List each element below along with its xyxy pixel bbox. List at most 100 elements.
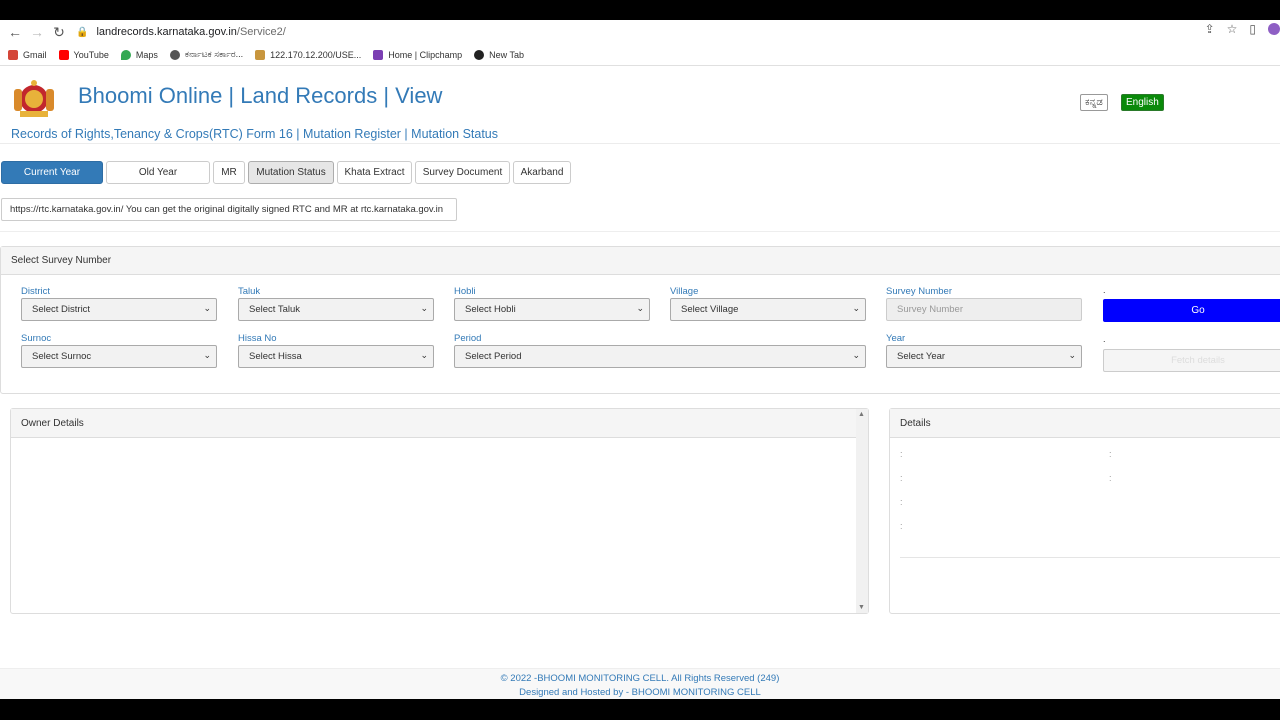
year-label: Year bbox=[886, 333, 906, 344]
survey-panel: Select Survey Number District Select Dis… bbox=[0, 246, 1280, 394]
hissa-value: Select Hissa bbox=[249, 351, 302, 362]
hobli-label: Hobli bbox=[454, 286, 476, 297]
owner-scrollbar[interactable]: ▲ ▼ bbox=[856, 409, 868, 613]
footer-hosted: Designed and Hosted by - BHOOMI MONITORI… bbox=[519, 687, 761, 698]
period-label: Period bbox=[454, 333, 482, 344]
browser-actions: ⇪ ☆ ▯ bbox=[1205, 22, 1280, 36]
bookmark-gmail[interactable]: Gmail bbox=[8, 49, 47, 60]
detail-colon: : bbox=[900, 497, 903, 507]
bookmark-label: Maps bbox=[135, 49, 158, 60]
bookmark-label: Home | Clipchamp bbox=[388, 49, 463, 60]
newtab-icon bbox=[474, 49, 485, 60]
chevron-down-icon: ⌄ bbox=[420, 350, 428, 360]
survey-number-input[interactable]: Survey Number bbox=[886, 298, 1082, 321]
period-field: Period Select Period ⌄ bbox=[454, 333, 866, 368]
surnoc-field: Surnoc Select Surnoc ⌄ bbox=[21, 333, 217, 368]
sidepanel-icon[interactable]: ▯ bbox=[1249, 22, 1256, 36]
owner-details-heading: Owner Details bbox=[11, 409, 856, 438]
detail-colon: : bbox=[1109, 473, 1112, 483]
site-subtitle: Records of Rights,Tenancy & Crops(RTC) F… bbox=[11, 127, 499, 141]
taluk-field: Taluk Select Taluk ⌄ bbox=[238, 286, 434, 321]
district-field: District Select District ⌄ bbox=[21, 286, 217, 321]
go-button[interactable]: Go bbox=[1103, 299, 1280, 322]
tab-akarband[interactable]: Akarband bbox=[513, 161, 571, 184]
service-tabs: Current Year Old Year MR Mutation Status… bbox=[1, 161, 571, 184]
reload-icon[interactable]: ↻ bbox=[48, 21, 70, 43]
hissa-label: Hissa No bbox=[238, 333, 277, 344]
bookmark-newtab[interactable]: New Tab bbox=[474, 49, 524, 60]
bookmark-youtube[interactable]: YouTube bbox=[58, 49, 109, 60]
forward-icon[interactable]: → bbox=[26, 21, 48, 43]
taluk-select[interactable]: Select Taluk ⌄ bbox=[238, 298, 434, 321]
year-value: Select Year bbox=[897, 351, 946, 362]
district-value: Select District bbox=[32, 304, 91, 315]
survey-number-label: Survey Number bbox=[886, 286, 952, 297]
profile-avatar[interactable] bbox=[1268, 23, 1280, 35]
lock-icon: 🔒 bbox=[76, 26, 89, 38]
hobli-field: Hobli Select Hobli ⌄ bbox=[454, 286, 650, 321]
emblem-icon bbox=[255, 49, 266, 60]
survey-number-field: Survey Number Survey Number bbox=[886, 286, 1082, 321]
browser-window: ← → ↻ 🔒 landrecords.karnataka.gov.in/Ser… bbox=[0, 20, 1280, 699]
url-host: landrecords.karnataka.gov.in bbox=[96, 26, 237, 38]
dot-marker: . bbox=[1103, 285, 1106, 295]
details-heading: Details bbox=[890, 409, 1280, 438]
surnoc-select[interactable]: Select Surnoc ⌄ bbox=[21, 345, 217, 368]
tab-khata-extract[interactable]: Khata Extract bbox=[337, 161, 412, 184]
village-field: Village Select Village ⌄ bbox=[670, 286, 866, 321]
tab-mutation-status[interactable]: Mutation Status bbox=[248, 161, 334, 184]
bookmark-maps[interactable]: Maps bbox=[120, 49, 158, 60]
scroll-up-icon[interactable]: ▲ bbox=[858, 411, 865, 418]
globe-icon bbox=[169, 49, 180, 60]
village-label: Village bbox=[670, 286, 699, 297]
divider bbox=[0, 231, 1280, 232]
star-icon[interactable]: ☆ bbox=[1227, 22, 1238, 36]
tab-mr[interactable]: MR bbox=[213, 161, 245, 184]
surnoc-label: Surnoc bbox=[21, 333, 52, 344]
maps-icon bbox=[120, 49, 131, 60]
scroll-down-icon[interactable]: ▼ bbox=[858, 604, 865, 611]
share-icon[interactable]: ⇪ bbox=[1205, 22, 1215, 36]
clipchamp-icon bbox=[373, 49, 384, 60]
details-divider bbox=[900, 557, 1280, 558]
details-panel: Details : : : : : : bbox=[889, 408, 1280, 614]
tab-old-year[interactable]: Old Year bbox=[106, 161, 210, 184]
chevron-down-icon: ⌄ bbox=[852, 303, 860, 313]
chevron-down-icon: ⌄ bbox=[203, 303, 211, 313]
detail-colon: : bbox=[900, 449, 903, 459]
karnataka-emblem-icon bbox=[14, 80, 54, 117]
village-value: Select Village bbox=[681, 304, 739, 315]
period-select[interactable]: Select Period ⌄ bbox=[454, 345, 866, 368]
rtc-info-link[interactable]: https://rtc.karnataka.gov.in/ You can ge… bbox=[1, 198, 457, 221]
url-path: /Service2/ bbox=[236, 26, 286, 38]
hobli-select[interactable]: Select Hobli ⌄ bbox=[454, 298, 650, 321]
detail-colon: : bbox=[900, 521, 903, 531]
chevron-down-icon: ⌄ bbox=[203, 350, 211, 360]
chevron-down-icon: ⌄ bbox=[636, 303, 644, 313]
hissa-select[interactable]: Select Hissa ⌄ bbox=[238, 345, 434, 368]
taluk-value: Select Taluk bbox=[249, 304, 301, 315]
bookmark-label: YouTube bbox=[73, 49, 109, 60]
fetch-details-button[interactable]: Fetch details bbox=[1103, 349, 1280, 372]
tab-current-year[interactable]: Current Year bbox=[1, 161, 103, 184]
detail-colon: : bbox=[900, 473, 903, 483]
village-select[interactable]: Select Village ⌄ bbox=[670, 298, 866, 321]
taluk-label: Taluk bbox=[238, 286, 261, 297]
url-field[interactable]: 🔒 landrecords.karnataka.gov.in/Service2/ bbox=[76, 22, 1196, 42]
year-select[interactable]: Select Year ⌄ bbox=[886, 345, 1082, 368]
chevron-down-icon: ⌄ bbox=[852, 350, 860, 360]
district-select[interactable]: Select District ⌄ bbox=[21, 298, 217, 321]
bookmark-clipchamp[interactable]: Home | Clipchamp bbox=[373, 49, 463, 60]
chevron-down-icon: ⌄ bbox=[1068, 350, 1076, 360]
tab-survey-document[interactable]: Survey Document bbox=[415, 161, 510, 184]
hobli-value: Select Hobli bbox=[465, 304, 516, 315]
kannada-button[interactable]: ಕನ್ನಡ bbox=[1080, 94, 1108, 111]
site-title: Bhoomi Online | Land Records | View bbox=[78, 83, 443, 108]
bookmark-label: ಕರ್ನಾಟಕ ಸರ್ಕಾರ... bbox=[184, 49, 244, 59]
back-icon[interactable]: ← bbox=[4, 21, 26, 43]
bookmark-karnataka[interactable]: ಕರ್ನಾಟಕ ಸರ್ಕಾರ... bbox=[169, 49, 244, 60]
footer-copyright: © 2022 -BHOOMI MONITORING CELL. All Righ… bbox=[500, 673, 780, 684]
bookmark-ip[interactable]: 122.170.12.200/USE... bbox=[255, 49, 361, 60]
bookmarks-bar: Gmail YouTube Maps ಕರ್ನಾಟಕ ಸರ್ಕಾರ... 122… bbox=[0, 44, 1280, 66]
english-button[interactable]: English bbox=[1121, 94, 1164, 111]
